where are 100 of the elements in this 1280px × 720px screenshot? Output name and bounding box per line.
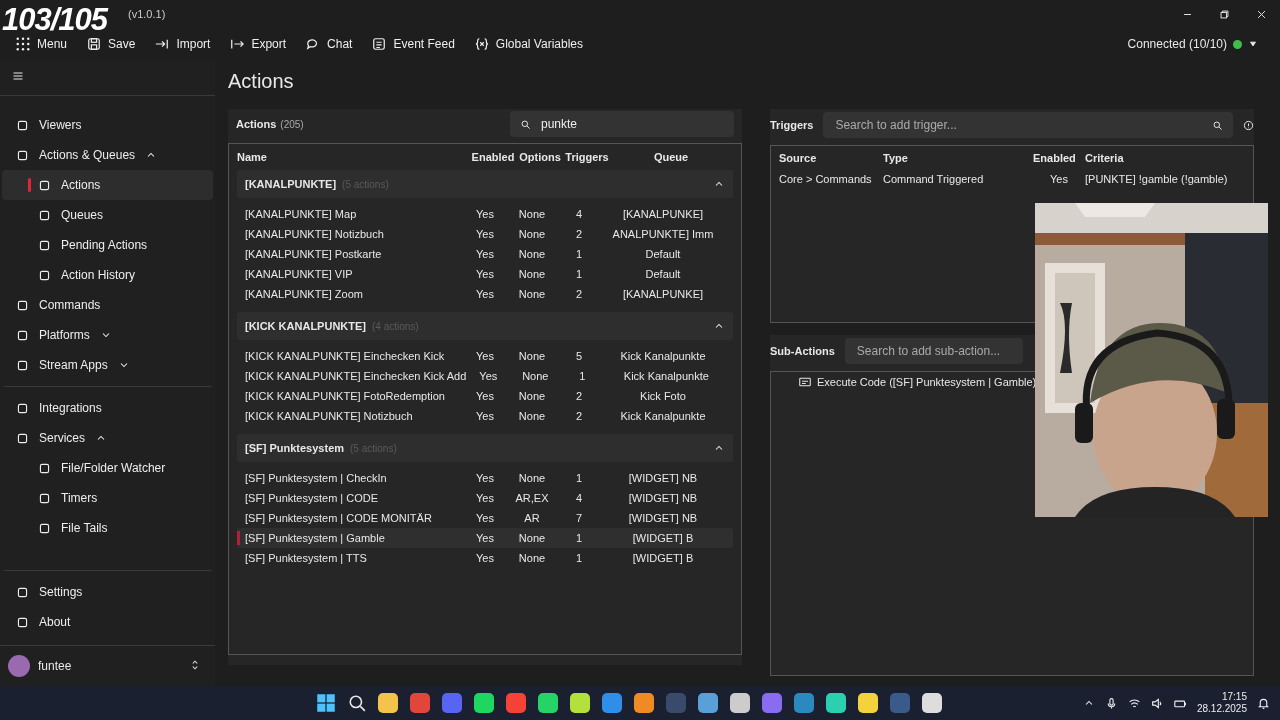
table-cell: [KICK KANALPUNKTE] Einchecken Kick Add <box>245 370 467 382</box>
table-cell-text: 2 <box>574 228 584 240</box>
column-header[interactable]: Source <box>779 152 883 164</box>
sidebar-item[interactable]: Viewers <box>2 110 213 140</box>
table-cell-text: 7 <box>574 512 584 524</box>
panel-title: Triggers <box>770 119 814 131</box>
search-input[interactable]: punkte <box>539 116 724 132</box>
sidebar-item[interactable]: Pending Actions <box>2 230 213 260</box>
table-row[interactable]: [KANALPUNKTE] Zoom Yes None 2 [KANALPUNKE] <box>237 284 733 304</box>
app-icon[interactable] <box>474 693 494 713</box>
table-cell-text: 1 <box>574 472 584 484</box>
table-row[interactable]: [KANALPUNKTE] Postkarte Yes None 1 Default <box>237 244 733 264</box>
column-header[interactable]: Criteria <box>1085 152 1245 164</box>
app-icon[interactable] <box>538 693 558 713</box>
column-header[interactable]: Enabled <box>1033 152 1085 164</box>
column-header[interactable]: Triggers <box>565 151 609 163</box>
nav-icon <box>16 401 29 415</box>
column-header[interactable]: Type <box>883 152 1033 164</box>
nav-icon <box>38 268 51 282</box>
table-cell-text: 1 <box>578 370 587 382</box>
table-row[interactable]: [KICK KANALPUNKTE] Einchecken Kick Add Yes None 1 Kick Kanalpunkte <box>237 366 733 386</box>
search-input[interactable]: Search to add trigger... <box>833 117 1212 133</box>
table-row[interactable]: [SF] Punktesystem | CODE Yes AR,EX 4 [WIDGET] NB <box>237 488 733 508</box>
table-cell-text: None <box>517 532 547 544</box>
sidebar-item[interactable]: Action History <box>2 260 213 290</box>
nav-icon <box>16 298 29 312</box>
app-icon[interactable] <box>570 693 590 713</box>
table-row[interactable]: [KICK KANALPUNKTE] Notizbuch Yes None 2 Kick Kanalpunkte <box>237 406 733 426</box>
sidebar-item[interactable]: Platforms <box>2 320 213 350</box>
toolbar-button[interactable]: Export <box>222 33 295 55</box>
sidebar-item[interactable]: File/Folder Watcher <box>2 453 213 483</box>
sidebar-item[interactable]: Stream Apps <box>2 350 213 380</box>
column-header[interactable]: Queue <box>609 151 733 163</box>
nav-icon <box>38 208 51 222</box>
sidebar-item[interactable]: About <box>2 607 213 637</box>
toolbar-button[interactable]: Event Feed <box>364 33 463 55</box>
table-row[interactable]: [KANALPUNKTE] Map Yes None 4 [KANALPUNKE] <box>237 204 733 224</box>
user-name: funtee <box>38 659 72 673</box>
avatar <box>8 655 30 677</box>
table-row[interactable]: [SF] Punktesystem | CheckIn Yes None 1 [WIDGET] NB <box>237 468 733 488</box>
nav-icon <box>16 358 29 372</box>
app-icon[interactable] <box>378 693 398 713</box>
table-cell-text: Kick Kanalpunkte <box>622 370 710 382</box>
table-row[interactable]: [SF] Punktesystem | Gamble Yes None 1 [WIDGET] B <box>237 528 733 548</box>
table-row[interactable]: [KANALPUNKTE] VIP Yes None 1 Default <box>237 264 733 284</box>
save-icon <box>87 37 102 51</box>
search-input[interactable]: Search to add sub-action... <box>854 343 1013 359</box>
bell-icon <box>1257 696 1270 710</box>
table-cell-text: 2 <box>574 410 584 422</box>
sidebar-item[interactable]: Timers <box>2 483 213 513</box>
table-cell-text: Kick Foto <box>639 390 687 402</box>
app-icon[interactable] <box>730 693 750 713</box>
table-cell-text: None <box>517 350 547 362</box>
nav-icon <box>16 328 29 342</box>
clock-date: 28.12.2025 <box>1196 703 1247 715</box>
table-cell-text: Default <box>644 248 682 260</box>
app-icon[interactable] <box>698 693 718 713</box>
app-icon[interactable] <box>634 693 654 713</box>
sidebar-item[interactable]: Commands <box>2 290 213 320</box>
app-icon[interactable] <box>826 693 846 713</box>
nav-icon <box>16 148 29 162</box>
column-header[interactable]: Enabled <box>471 151 515 163</box>
sidebar-item[interactable]: Queues <box>2 200 213 230</box>
table-cell-text: None <box>521 370 550 382</box>
restore-icon <box>1219 8 1230 20</box>
search-field[interactable]: punkte <box>510 111 734 137</box>
table-row[interactable]: [KICK KANALPUNKTE] FotoRedemption Yes None 2 Kick Foto <box>237 386 733 406</box>
app-icon[interactable] <box>922 693 942 713</box>
sidebar-item[interactable]: Integrations <box>2 393 213 423</box>
table-cell-text: None <box>517 472 547 484</box>
sidebar-item[interactable]: File Tails <box>2 513 213 543</box>
table-row[interactable]: [KICK KANALPUNKTE] Einchecken Kick Yes None 5 Kick Kanalpunkte <box>237 346 733 366</box>
search-field[interactable]: Search to add sub-action... <box>844 338 1023 364</box>
app-icon[interactable] <box>858 693 878 713</box>
table-cell-text: 1 <box>574 268 584 280</box>
table-cell-text: [KICK KANALPUNKTE] Notizbuch <box>245 410 414 422</box>
table-row[interactable]: [SF] Punktesystem | TTS Yes None 1 [WIDGET] B <box>237 548 733 568</box>
sidebar-item[interactable]: Services <box>2 423 213 453</box>
column-header[interactable]: Name <box>237 151 471 163</box>
toolbar-button[interactable]: Global Variables <box>466 33 591 55</box>
table-cell-text: Command Triggered <box>883 173 985 185</box>
search-field[interactable]: Search to add trigger... <box>823 112 1233 138</box>
sidebar-item[interactable]: Actions & Queues <box>2 140 213 170</box>
table-cell-text: [SF] Punktesystem | CODE MONITÄR <box>245 512 433 524</box>
table-cell-text: [KANALPUNKTE] Zoom <box>245 288 364 300</box>
table-cell-text: 1 <box>574 532 584 544</box>
sidebar-item[interactable]: Settings <box>2 577 213 607</box>
sidebar-item[interactable]: Actions <box>2 170 213 200</box>
table-row[interactable]: [KANALPUNKTE] Notizbuch Yes None 2 ANALPUNKTE] Imm <box>237 224 733 244</box>
table-row[interactable]: [SF] Punktesystem | CODE MONITÄR Yes AR 7 [WIDGET] NB <box>237 508 733 528</box>
window-title: (v1.0.1) <box>128 8 166 20</box>
toolbar-button[interactable]: Import <box>147 33 219 55</box>
toolbar-button[interactable]: Chat <box>298 33 361 55</box>
nav-icon <box>16 615 29 629</box>
windows-logo-icon <box>316 693 336 713</box>
column-header[interactable]: Options <box>515 151 565 163</box>
table-cell-text: Yes <box>475 532 495 544</box>
table-cell-text: None <box>517 228 547 240</box>
table-cell-text: [KANALPUNKE] <box>621 288 705 300</box>
sub-action-item[interactable]: Execute Code ([SF] Punktesystem | Gamble) <box>817 376 1037 388</box>
